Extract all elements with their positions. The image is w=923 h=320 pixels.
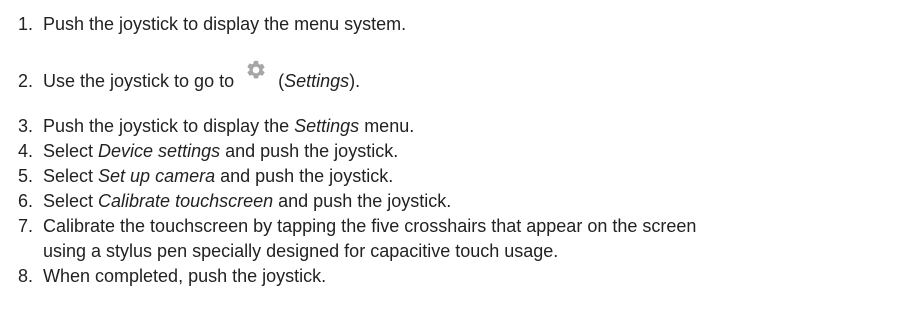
step-text: Use the joystick to go to (43, 71, 240, 91)
step-number: 4. (18, 141, 34, 161)
step-number: 3. (18, 116, 34, 136)
device-settings-term: Device settings (98, 141, 221, 161)
step-text: When completed, push the joystick. (43, 266, 327, 286)
set-up-camera-term: Set up camera (98, 166, 216, 186)
step-number: 6. (18, 191, 34, 211)
step-number: 2. (18, 71, 34, 91)
step-text-line-2: using a stylus pen specially designed fo… (43, 241, 559, 261)
settings-term: Settings (284, 71, 350, 91)
step-number: 8. (18, 266, 34, 286)
instruction-list: 1. Push the joystick to display the menu… (0, 0, 923, 320)
gear-icon (239, 60, 273, 94)
step-number: 1. (18, 14, 34, 34)
step-number: 5. (18, 166, 34, 186)
settings-term: Settings (294, 116, 360, 136)
step-number: 7. (18, 216, 34, 236)
step-text-line-1: Calibrate the touchscreen by tapping the… (43, 216, 697, 236)
calibrate-touchscreen-term: Calibrate touchscreen (98, 191, 274, 211)
step-text: Push the joystick to display the menu sy… (43, 14, 407, 34)
